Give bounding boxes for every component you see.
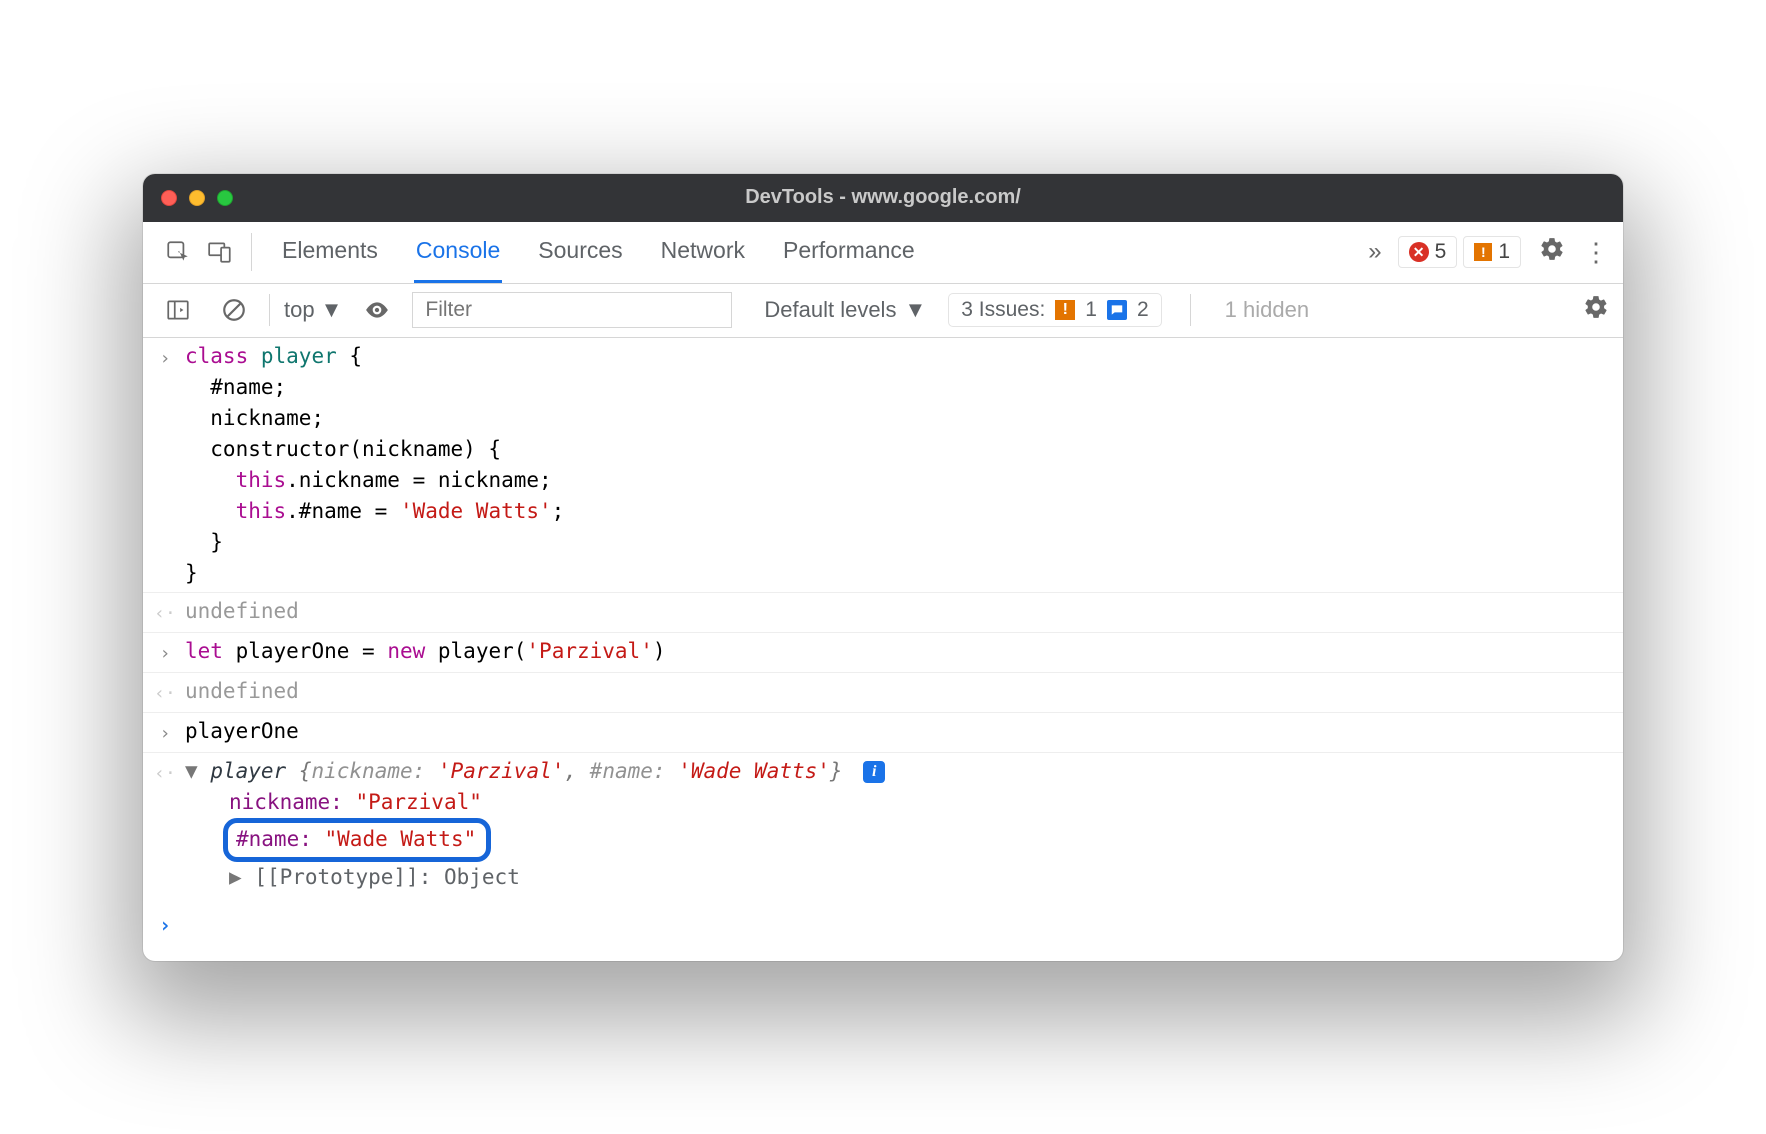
divider xyxy=(251,233,252,271)
tab-elements[interactable]: Elements xyxy=(280,221,380,283)
devtools-window: DevTools - www.google.com/ Elements Cons… xyxy=(143,174,1623,961)
object-tree: ▼ player {nickname: 'Parzival', #name: '… xyxy=(185,756,1623,893)
log-levels-selector[interactable]: Default levels ▼ xyxy=(764,297,926,323)
minimize-window-button[interactable] xyxy=(189,190,205,206)
console-output-entry: ‹· undefined xyxy=(143,593,1623,633)
object-property-value: "Wade Watts" xyxy=(325,827,477,851)
console-toolbar: top ▼ Default levels ▼ 3 Issues: ! 1 2 1… xyxy=(143,284,1623,338)
window-titlebar: DevTools - www.google.com/ xyxy=(143,174,1623,222)
chevron-down-icon: ▼ xyxy=(321,297,343,323)
zoom-window-button[interactable] xyxy=(217,190,233,206)
code-snippet: class player { #name; nickname; construc… xyxy=(185,341,1623,589)
tab-list: Elements Console Sources Network Perform… xyxy=(280,221,917,283)
output-chevron-icon: ‹· xyxy=(145,756,185,893)
code-snippet: playerOne xyxy=(185,716,1623,749)
divider xyxy=(1190,294,1191,326)
error-icon: ✕ xyxy=(1409,242,1429,262)
clear-console-icon[interactable] xyxy=(213,289,255,331)
object-property-key: nickname xyxy=(229,790,330,814)
console-input-entry[interactable]: › playerOne xyxy=(143,713,1623,753)
prompt-chevron-icon: › xyxy=(145,908,185,941)
divider xyxy=(269,294,270,326)
prompt-line[interactable] xyxy=(185,908,1623,941)
console-output-entry: ‹· undefined xyxy=(143,673,1623,713)
live-expression-icon[interactable] xyxy=(356,289,398,331)
console-output-object[interactable]: ‹· ▼ player {nickname: 'Parzival', #name… xyxy=(143,753,1623,896)
log-levels-label: Default levels xyxy=(764,297,896,323)
warning-icon: ! xyxy=(1474,243,1492,261)
filter-input[interactable] xyxy=(412,292,732,328)
console-prompt[interactable]: › xyxy=(143,896,1623,961)
input-chevron-icon: › xyxy=(145,636,185,669)
object-property-key: #name xyxy=(236,827,299,851)
console-input-entry[interactable]: › let playerOne = new player('Parzival') xyxy=(143,633,1623,673)
window-title: DevTools - www.google.com/ xyxy=(143,186,1623,209)
execution-context-selector[interactable]: top ▼ xyxy=(284,297,342,323)
undefined-result: undefined xyxy=(185,676,1623,709)
console-body: › class player { #name; nickname; constr… xyxy=(143,338,1623,961)
panel-tab-bar: Elements Console Sources Network Perform… xyxy=(143,222,1623,284)
issues-label: 3 Issues: xyxy=(961,298,1045,322)
expand-arrow-icon[interactable]: ▼ xyxy=(185,759,198,783)
output-chevron-icon: ‹· xyxy=(145,596,185,629)
issues-button[interactable]: 3 Issues: ! 1 2 xyxy=(948,293,1161,327)
settings-icon[interactable] xyxy=(1539,236,1565,269)
chevron-down-icon: ▼ xyxy=(904,297,926,323)
input-chevron-icon: › xyxy=(145,716,185,749)
warning-count: 1 xyxy=(1498,240,1510,264)
code-snippet: let playerOne = new player('Parzival') xyxy=(185,636,1623,669)
hidden-messages-label[interactable]: 1 hidden xyxy=(1225,297,1309,323)
highlighted-private-field: #name: "Wade Watts" xyxy=(223,818,491,862)
device-toolbar-icon[interactable] xyxy=(199,231,241,273)
expand-arrow-icon[interactable]: ▶ xyxy=(229,865,242,889)
execution-context-label: top xyxy=(284,297,315,323)
message-icon xyxy=(1107,300,1127,320)
prototype-value: Object xyxy=(444,865,520,889)
input-chevron-icon: › xyxy=(145,341,185,589)
tab-console[interactable]: Console xyxy=(414,221,502,283)
output-chevron-icon: ‹· xyxy=(145,676,185,709)
prototype-key: [[Prototype]] xyxy=(254,865,418,889)
window-controls xyxy=(161,190,233,206)
info-icon[interactable]: i xyxy=(863,761,885,783)
object-property-value: "Parzival" xyxy=(355,790,481,814)
inspect-element-icon[interactable] xyxy=(157,231,199,273)
close-window-button[interactable] xyxy=(161,190,177,206)
error-count-badge[interactable]: ✕ 5 xyxy=(1398,236,1458,268)
warning-icon: ! xyxy=(1055,300,1075,320)
sidebar-toggle-icon[interactable] xyxy=(157,289,199,331)
console-input-entry[interactable]: › class player { #name; nickname; constr… xyxy=(143,338,1623,593)
issues-msg-count: 2 xyxy=(1137,298,1149,322)
warning-count-badge[interactable]: ! 1 xyxy=(1463,236,1521,268)
tab-network[interactable]: Network xyxy=(659,221,747,283)
console-settings-icon[interactable] xyxy=(1583,294,1609,327)
undefined-result: undefined xyxy=(185,596,1623,629)
error-count: 5 xyxy=(1435,240,1447,264)
issues-warn-count: 1 xyxy=(1085,298,1097,322)
more-options-icon[interactable]: ⋮ xyxy=(1583,237,1609,268)
tab-sources[interactable]: Sources xyxy=(536,221,624,283)
more-tabs-icon[interactable]: » xyxy=(1368,238,1381,266)
tab-performance[interactable]: Performance xyxy=(781,221,917,283)
object-class-label: player xyxy=(210,759,286,783)
